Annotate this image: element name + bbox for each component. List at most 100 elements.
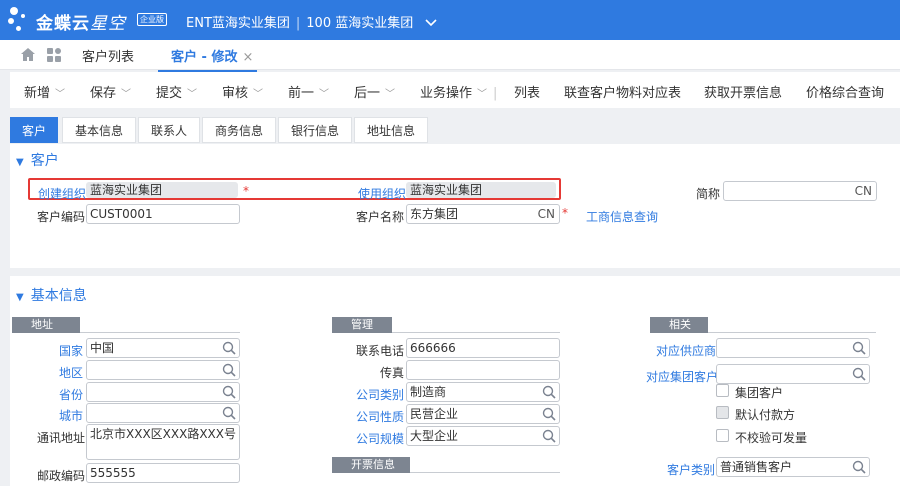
list-button[interactable]: 列表 bbox=[514, 82, 540, 101]
subtab-basic-info[interactable]: 基本信息 bbox=[62, 117, 136, 143]
chevron-down-icon bbox=[425, 19, 437, 27]
search-icon bbox=[852, 341, 866, 355]
chevron-down-icon: ﹀ bbox=[319, 89, 330, 100]
supplier-label[interactable]: 对应供应商 bbox=[656, 342, 716, 359]
use-org-label[interactable]: 使用组织 bbox=[358, 185, 406, 202]
customer-panel: ▼ 客户 创建组织 蓝海实业集团 * 使用组织 蓝海实业集团 简称 CN 客户编码… bbox=[10, 144, 900, 268]
previous-button[interactable]: 前一 ﹀ bbox=[288, 82, 329, 101]
province-input[interactable] bbox=[86, 382, 240, 402]
tab-customer-list[interactable]: 客户列表 bbox=[82, 46, 134, 65]
subtab-address[interactable]: 地址信息 bbox=[354, 117, 428, 143]
no-verify-checkbox[interactable] bbox=[716, 429, 729, 442]
chevron-down-icon: ﹀ bbox=[477, 89, 488, 100]
subtab-business[interactable]: 商务信息 bbox=[202, 117, 276, 143]
chevron-down-icon: ﹀ bbox=[253, 89, 264, 100]
search-icon bbox=[852, 367, 866, 381]
postcode-input[interactable]: 555555 bbox=[86, 463, 240, 483]
section-basic-info[interactable]: ▼ 基本信息 bbox=[16, 285, 87, 305]
company-nature-input[interactable]: 民营企业 bbox=[406, 404, 560, 424]
phone-input[interactable]: 666666 bbox=[406, 338, 560, 358]
default-payer-checkbox bbox=[716, 406, 729, 419]
country-label[interactable]: 国家 bbox=[59, 342, 83, 359]
group-related: 相关 bbox=[650, 317, 708, 333]
company-scale-label[interactable]: 公司规模 bbox=[356, 430, 404, 447]
search-icon bbox=[222, 363, 236, 377]
chevron-down-icon: ﹀ bbox=[385, 89, 396, 100]
company-nature-label[interactable]: 公司性质 bbox=[356, 408, 404, 425]
country-input[interactable]: 中国 bbox=[86, 338, 240, 358]
collapse-icon: ▼ bbox=[16, 292, 24, 303]
next-button[interactable]: 后一 ﹀ bbox=[354, 82, 395, 101]
lang-indicator: CN bbox=[537, 207, 555, 221]
save-button[interactable]: 保存 ﹀ bbox=[90, 82, 131, 101]
search-icon bbox=[542, 429, 556, 443]
app-logo: 金蝶云星空 bbox=[36, 14, 126, 34]
subtab-customer[interactable]: 客户 bbox=[10, 117, 58, 143]
invoice-info-button[interactable]: 获取开票信息 bbox=[704, 82, 782, 101]
short-name-input[interactable]: CN bbox=[723, 181, 877, 201]
price-query-button[interactable]: 价格综合查询 bbox=[806, 82, 884, 101]
home-icon[interactable] bbox=[20, 47, 36, 62]
no-verify-checkbox-label: 不校验可发量 bbox=[735, 431, 808, 445]
company-type-label[interactable]: 公司类别 bbox=[356, 386, 404, 403]
group-customer-label[interactable]: 对应集团客户 bbox=[646, 368, 718, 385]
search-icon bbox=[542, 407, 556, 421]
company-type-input[interactable]: 制造商 bbox=[406, 382, 560, 402]
use-org-field: 蓝海实业集团 bbox=[406, 182, 556, 198]
subtab-bank[interactable]: 银行信息 bbox=[278, 117, 352, 143]
new-button[interactable]: 新增 ﹀ bbox=[24, 82, 65, 101]
customer-type-label[interactable]: 客户类别 bbox=[667, 461, 715, 478]
short-name-label: 简称 bbox=[696, 187, 721, 201]
create-org-field: 蓝海实业集团 bbox=[86, 182, 238, 198]
tab-label: 客户 - 修改 bbox=[171, 50, 238, 65]
submit-button[interactable]: 提交 ﹀ bbox=[156, 82, 197, 101]
tab-customer-edit[interactable]: 客户列表客户 - 修改× bbox=[158, 46, 258, 72]
group-customer-input[interactable] bbox=[716, 364, 870, 384]
search-icon bbox=[542, 385, 556, 399]
search-icon bbox=[852, 460, 866, 474]
city-label[interactable]: 城市 bbox=[59, 407, 83, 424]
group-invoice: 开票信息 bbox=[332, 457, 410, 473]
subtab-contacts[interactable]: 联系人 bbox=[138, 117, 200, 143]
customer-name-input[interactable]: 东方集团 CN bbox=[406, 204, 560, 224]
postcode-label: 邮政编码 bbox=[37, 469, 86, 483]
group-customer-checkbox-label: 集团客户 bbox=[735, 386, 784, 400]
section-customer[interactable]: ▼ 客户 bbox=[16, 150, 59, 170]
province-label[interactable]: 省份 bbox=[59, 386, 83, 403]
region-label[interactable]: 地区 bbox=[59, 364, 83, 381]
fax-input[interactable] bbox=[406, 360, 560, 380]
address-textarea[interactable]: 北京市XXX区XXX路XXX号 bbox=[86, 424, 240, 460]
close-icon[interactable]: × bbox=[242, 50, 253, 65]
business-ops-button[interactable]: 业务操作 ﹀ | bbox=[420, 82, 497, 101]
fax-label: 传真 bbox=[380, 366, 405, 380]
customer-code-input[interactable]: CUST0001 bbox=[86, 204, 240, 224]
lang-indicator: CN bbox=[854, 184, 872, 198]
required-mark: * bbox=[243, 184, 249, 198]
apps-icon[interactable] bbox=[46, 47, 62, 63]
region-input[interactable] bbox=[86, 360, 240, 380]
name-label: 客户名称 bbox=[356, 210, 405, 224]
supplier-input[interactable] bbox=[716, 338, 870, 358]
material-mapping-button[interactable]: 联查客户物料对应表 bbox=[564, 82, 681, 101]
group-customer-checkbox[interactable] bbox=[716, 384, 729, 397]
code-label: 客户编码 bbox=[37, 210, 86, 224]
phone-label: 联系电话 bbox=[356, 344, 405, 358]
tab-bar: 客户列表 客户列表客户 - 修改× bbox=[0, 40, 900, 72]
collapse-icon: ▼ bbox=[16, 157, 24, 168]
edition-badge: 企业版 bbox=[137, 13, 167, 26]
search-icon bbox=[222, 406, 236, 420]
chevron-down-icon: ﹀ bbox=[55, 89, 66, 100]
create-org-label[interactable]: 创建组织 bbox=[38, 185, 86, 202]
audit-button[interactable]: 审核 ﹀ bbox=[222, 82, 263, 101]
tenant-name: ENT蓝海实业集团 bbox=[186, 16, 290, 31]
city-input[interactable] bbox=[86, 403, 240, 423]
org-name: 100 蓝海实业集团 bbox=[306, 16, 414, 31]
company-scale-input[interactable]: 大型企业 bbox=[406, 426, 560, 446]
biz-info-query-link[interactable]: 工商信息查询 bbox=[586, 208, 658, 225]
required-mark: * bbox=[562, 206, 568, 220]
group-address: 地址 bbox=[12, 317, 80, 333]
customer-type-input[interactable]: 普通销售客户 bbox=[716, 457, 870, 477]
group-management: 管理 bbox=[332, 317, 392, 333]
basic-info-panel: ▼ 基本信息 地址 国家 中国 地区 省份 城市 通讯地址 北京市XXX区XXX路… bbox=[10, 276, 900, 486]
tenant-switcher[interactable]: ENT蓝海实业集团 | 100 蓝海实业集团 bbox=[186, 12, 437, 31]
